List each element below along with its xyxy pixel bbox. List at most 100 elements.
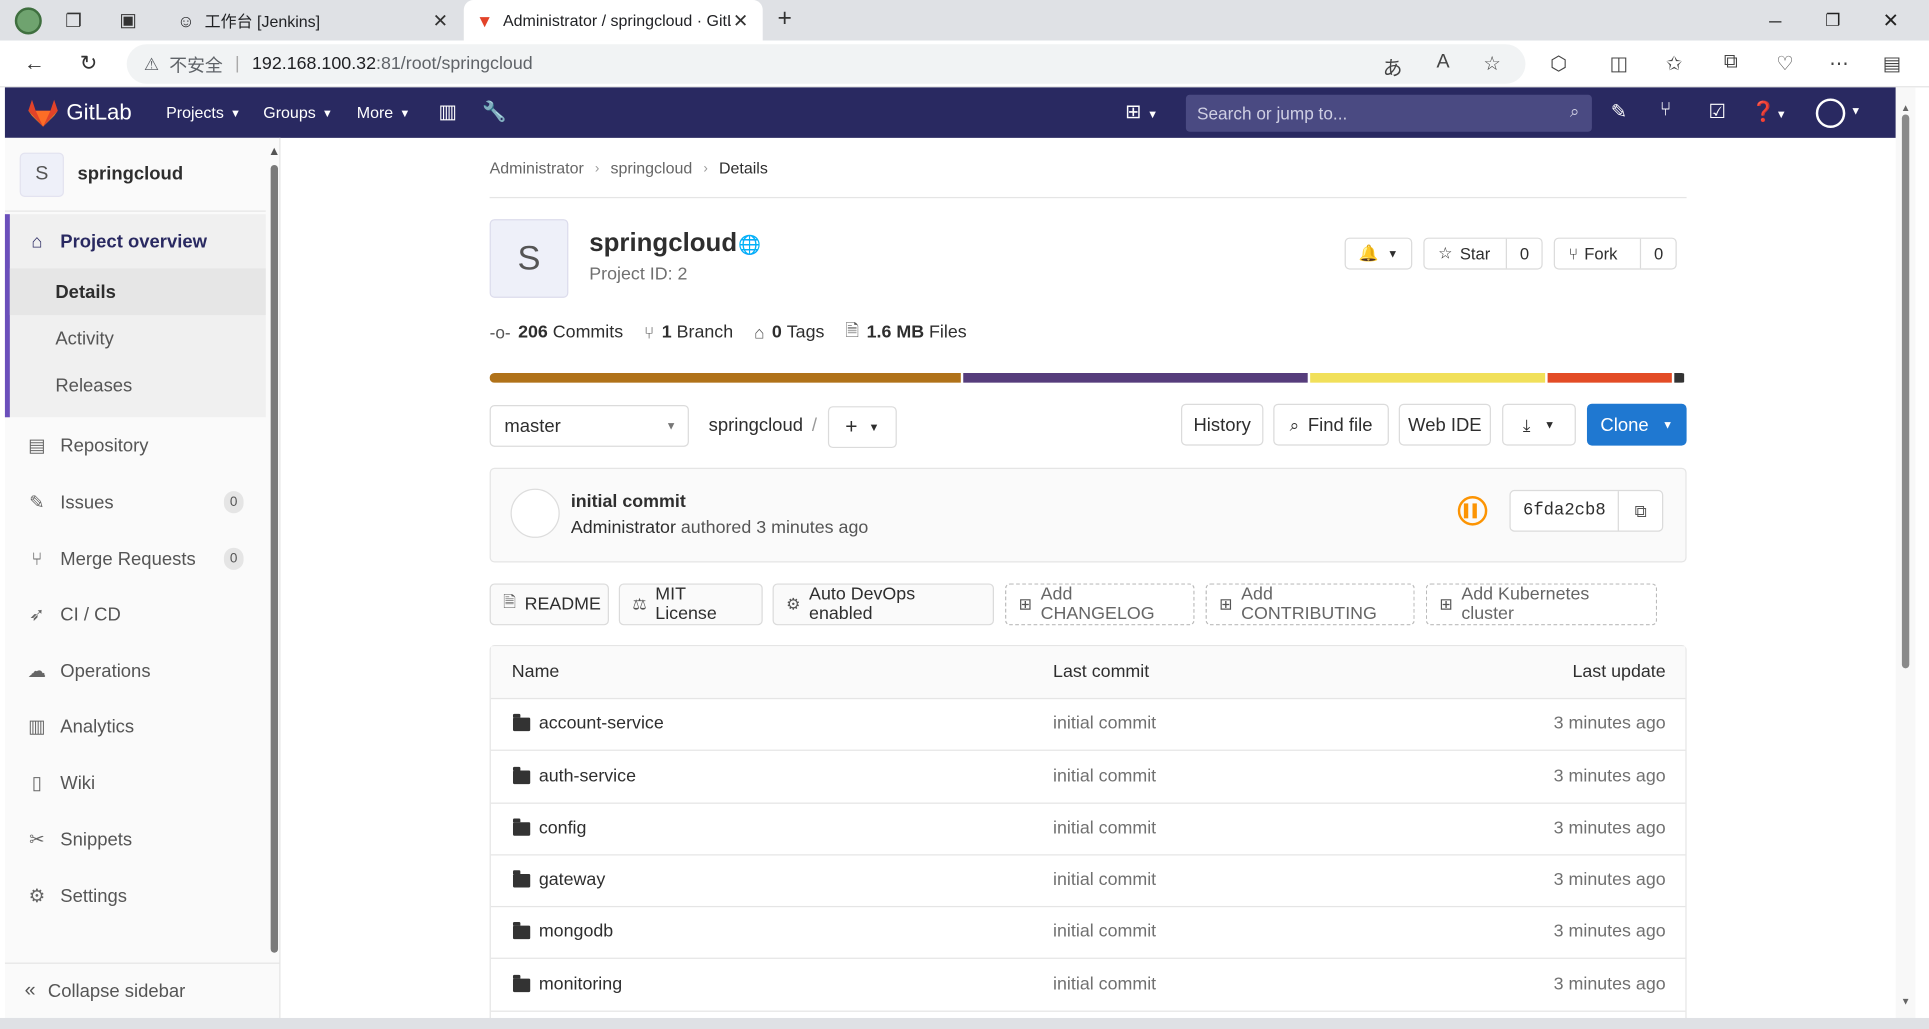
file-name[interactable]: mongodb <box>512 921 613 942</box>
file-last-commit[interactable]: initial commit <box>1053 767 1156 787</box>
close-tab-icon[interactable]: ✕ <box>431 9 451 31</box>
language-segment[interactable] <box>1547 372 1673 383</box>
sidebar-item-project-overview[interactable]: ⌂ Project overview <box>5 217 266 266</box>
language-segment[interactable] <box>963 372 1308 383</box>
web-ide-button[interactable]: Web IDE <box>1398 403 1492 446</box>
commit-sha[interactable]: 6fda2cb8 <box>1511 501 1618 521</box>
search-input[interactable]: Search or jump to... ⌕ <box>1185 94 1592 132</box>
add-contributing-button[interactable]: ⊞ Add CONTRIBUTING <box>1205 583 1415 626</box>
copy-icon[interactable]: ⧉ <box>1617 491 1662 531</box>
commit-message[interactable]: initial commit <box>571 492 686 512</box>
help-icon[interactable]: ❓▼ <box>1747 100 1791 125</box>
workspaces-icon[interactable]: ❐ <box>65 10 82 32</box>
reload-icon[interactable]: ↻ <box>71 47 105 81</box>
read-aloud-icon[interactable]: A <box>1429 52 1456 74</box>
file-name[interactable]: gateway <box>512 869 605 890</box>
auto-devops-button[interactable]: ⚙ Auto DevOps enabled <box>772 583 995 626</box>
table-row[interactable]: mongodb initial commit 3 minutes ago <box>490 907 1686 959</box>
activity-chart-icon[interactable]: ▥ <box>433 100 463 125</box>
browser-essentials-icon[interactable]: ♡ <box>1771 52 1798 77</box>
close-window-icon[interactable]: ✕ <box>1863 0 1920 41</box>
file-name[interactable]: config <box>512 817 586 838</box>
sidebar-item-ci-cd[interactable]: ➶ CI / CD <box>5 590 266 639</box>
translate-icon[interactable]: あ <box>1379 52 1406 82</box>
sidebar-item-issues[interactable]: ✎ Issues 0 <box>5 478 266 527</box>
projects-menu[interactable]: Projects ▼ <box>166 103 241 121</box>
sidebar-item-operations[interactable]: ☁ Operations <box>5 646 266 695</box>
more-menu[interactable]: More ▼ <box>357 103 411 121</box>
restore-icon[interactable]: ❐ <box>1805 0 1862 41</box>
star-button[interactable]: ☆ Star 0 <box>1423 237 1543 270</box>
language-segment[interactable] <box>489 372 962 383</box>
sidebar-scrollbar[interactable]: ▲ <box>268 145 280 957</box>
file-name[interactable]: account-service <box>512 713 664 734</box>
extensions-icon[interactable]: ⬡ <box>1545 52 1572 77</box>
table-row[interactable]: gateway initial commit 3 minutes ago <box>490 855 1686 908</box>
file-last-commit[interactable]: initial commit <box>1053 975 1156 995</box>
download-dropdown[interactable]: ⤓ ▼ <box>1502 403 1576 446</box>
pipeline-paused-icon[interactable]: ▌▌ <box>1457 496 1488 526</box>
merge-request-icon[interactable]: ⑂ <box>1651 100 1681 122</box>
new-tab-icon[interactable]: + <box>777 5 791 33</box>
tab-actions-icon[interactable]: ▣ <box>119 9 136 31</box>
file-last-commit[interactable]: initial commit <box>1053 870 1156 890</box>
sidebar-item-analytics[interactable]: ▥ Analytics <box>5 702 266 751</box>
files-link[interactable]: 🗎 1.6 MB Files <box>845 318 966 348</box>
sidebar-sub-releases[interactable]: Releases <box>10 362 266 409</box>
breadcrumb-springcloud[interactable]: springcloud <box>610 159 692 177</box>
new-item-icon[interactable]: ⊞ ▼ <box>1119 100 1163 125</box>
file-last-commit[interactable]: initial commit <box>1053 819 1156 839</box>
scroll-up-icon[interactable]: ▲ <box>268 145 280 159</box>
groups-menu[interactable]: Groups ▼ <box>263 103 333 121</box>
notification-dropdown[interactable]: 🔔 ▼ <box>1344 237 1413 270</box>
sidebar-scroll-thumb[interactable] <box>270 164 279 953</box>
clone-button[interactable]: Clone ▼ <box>1586 403 1687 446</box>
sidebar-sub-details[interactable]: Details <box>9 268 266 316</box>
file-name[interactable]: auth-service <box>512 766 636 787</box>
gitlab-brand[interactable]: GitLab <box>66 100 131 126</box>
gitlab-logo-icon[interactable] <box>27 98 59 128</box>
sidebar-item-wiki[interactable]: ▯ Wiki <box>5 758 266 807</box>
table-row[interactable]: config initial commit 3 minutes ago <box>490 804 1686 856</box>
breadcrumb-administrator[interactable]: Administrator <box>490 159 584 177</box>
page-scrollbar[interactable]: ▲ ▼ <box>1895 87 1916 1029</box>
chevron-down-icon[interactable]: ▼ <box>1850 105 1861 117</box>
breadcrumb-details[interactable]: Details <box>719 159 768 177</box>
sidebar-project-header[interactable]: S springcloud <box>4 138 266 212</box>
commit-author-avatar[interactable] <box>510 488 560 538</box>
commits-link[interactable]: -o- 206 Commits <box>490 322 624 342</box>
minimize-icon[interactable]: ─ <box>1747 0 1804 41</box>
file-name[interactable]: monitoring <box>512 974 622 995</box>
split-screen-icon[interactable]: ◫ <box>1605 52 1632 77</box>
repo-path[interactable]: springcloud <box>709 415 803 436</box>
tab-jenkins[interactable]: ☺ 工作台 [Jenkins] ✕ <box>165 0 463 41</box>
favorites-icon[interactable]: ✩ <box>1661 52 1688 77</box>
scroll-down-icon[interactable]: ▼ <box>1898 996 1913 1008</box>
more-menu-icon[interactable]: ⋯ <box>1826 52 1853 77</box>
branch-selector[interactable]: master ▼ <box>489 404 689 447</box>
readme-button[interactable]: 🗎 README <box>489 583 609 626</box>
fork-button[interactable]: ⑂ Fork 0 <box>1553 237 1677 270</box>
issues-icon[interactable]: ✎ <box>1604 100 1634 125</box>
commit-author[interactable]: Administrator <box>571 518 676 538</box>
find-file-button[interactable]: ⌕ Find file <box>1273 403 1389 446</box>
sidebar-item-repository[interactable]: ▤ Repository <box>5 421 266 470</box>
sidebar-toggle-icon[interactable]: ▤ <box>1879 52 1906 77</box>
admin-wrench-icon[interactable]: 🔧 <box>480 100 510 125</box>
page-scroll-thumb[interactable] <box>1901 114 1910 669</box>
browser-profile-icon[interactable] <box>14 7 42 35</box>
sidebar-item-merge-requests[interactable]: ⑂ Merge Requests 0 <box>5 534 266 583</box>
repository-language-bar[interactable] <box>489 372 1687 383</box>
sidebar-item-settings[interactable]: ⚙ Settings <box>5 871 266 920</box>
sidebar-item-snippets[interactable]: ✂ Snippets <box>5 815 266 864</box>
license-button[interactable]: ⚖ MIT License <box>618 583 763 626</box>
tags-link[interactable]: ⌂ 0 Tags <box>754 322 824 342</box>
scroll-up-icon[interactable]: ▲ <box>1898 102 1913 114</box>
add-changelog-button[interactable]: ⊞ Add CHANGELOG <box>1005 583 1195 626</box>
add-kubernetes-cluster-button[interactable]: ⊞ Add Kubernetes cluster <box>1425 583 1658 626</box>
tab-gitlab[interactable]: ▼ Administrator / springcloud · GitLab ✕ <box>463 0 763 41</box>
table-row[interactable]: monitoring initial commit 3 minutes ago <box>490 960 1686 1012</box>
file-last-commit[interactable]: initial commit <box>1053 714 1156 734</box>
collections-icon[interactable]: ⧉ <box>1717 52 1744 74</box>
language-segment[interactable] <box>1310 372 1545 383</box>
